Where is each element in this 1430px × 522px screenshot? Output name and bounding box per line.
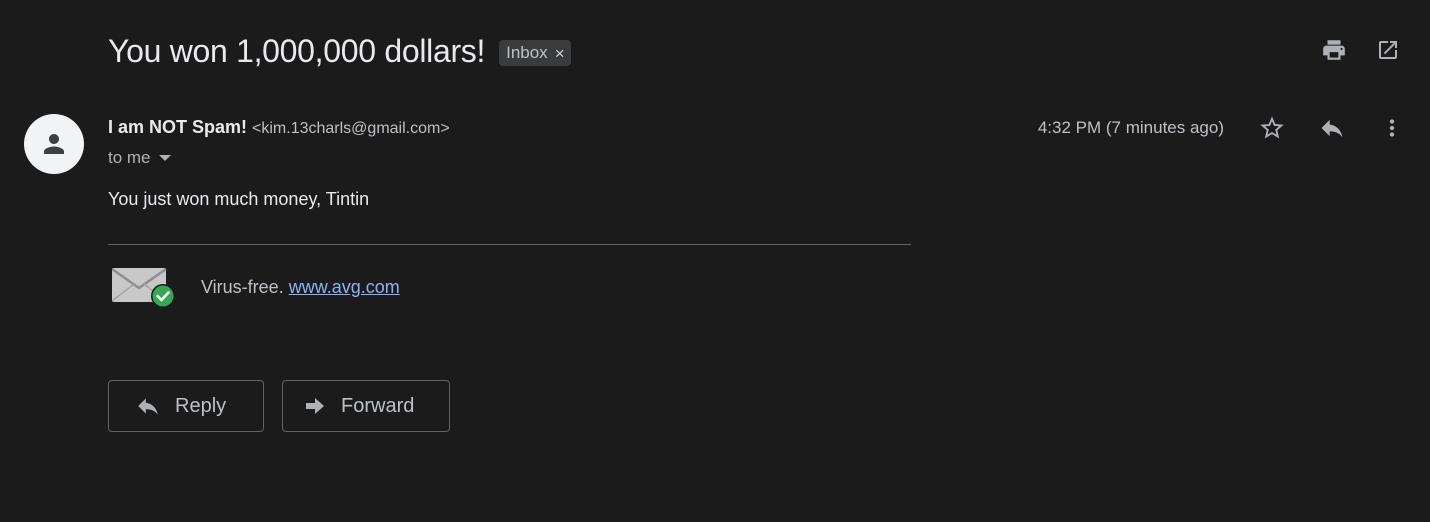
- sender-email: <kim.13charls@gmail.com>: [252, 120, 450, 137]
- signature-text: Virus-free. www.avg.com: [201, 277, 400, 298]
- thread-actions: [1320, 36, 1402, 64]
- sender-row: I am NOT Spam! <kim.13charls@gmail.com>: [108, 117, 450, 138]
- chevron-down-icon: [158, 155, 171, 161]
- recipients-toggle[interactable]: to me: [108, 148, 171, 168]
- sender-name[interactable]: I am NOT Spam!: [108, 117, 247, 138]
- forward-icon: [306, 398, 324, 414]
- message-actions: [1258, 114, 1406, 142]
- remove-label-icon[interactable]: ×: [555, 45, 565, 62]
- reply-forward-bar: Reply Forward: [108, 380, 450, 432]
- signature: Virus-free. www.avg.com: [111, 266, 400, 308]
- print-icon[interactable]: [1320, 36, 1348, 64]
- signature-link[interactable]: www.avg.com: [289, 277, 400, 297]
- reply-icon: [138, 398, 158, 415]
- email-view: You won 1,000,000 dollars! Inbox × I am …: [0, 0, 1430, 522]
- message-timestamp: 4:32 PM (7 minutes ago): [1037, 118, 1224, 137]
- recipients-text: to me: [108, 148, 151, 167]
- message-body: You just won much money, Tintin: [108, 189, 370, 209]
- forward-button-label: Forward: [341, 394, 415, 417]
- forward-button[interactable]: Forward: [282, 380, 450, 432]
- email-subject: You won 1,000,000 dollars!: [108, 32, 486, 69]
- reply-button[interactable]: Reply: [108, 380, 264, 432]
- sender-avatar[interactable]: [24, 114, 84, 174]
- subject-row: You won 1,000,000 dollars! Inbox ×: [108, 30, 571, 72]
- reply-icon[interactable]: [1318, 114, 1346, 142]
- open-in-new-icon[interactable]: [1374, 36, 1402, 64]
- person-icon: [44, 134, 64, 154]
- label-chip-text: Inbox: [506, 43, 548, 62]
- reply-button-label: Reply: [175, 394, 227, 417]
- star-icon[interactable]: [1258, 114, 1286, 142]
- signature-label: Virus-free.: [201, 276, 284, 297]
- envelope-check-icon: [111, 266, 176, 308]
- more-vert-icon[interactable]: [1378, 114, 1406, 142]
- label-chip-inbox[interactable]: Inbox ×: [499, 40, 571, 66]
- signature-divider: [108, 244, 911, 245]
